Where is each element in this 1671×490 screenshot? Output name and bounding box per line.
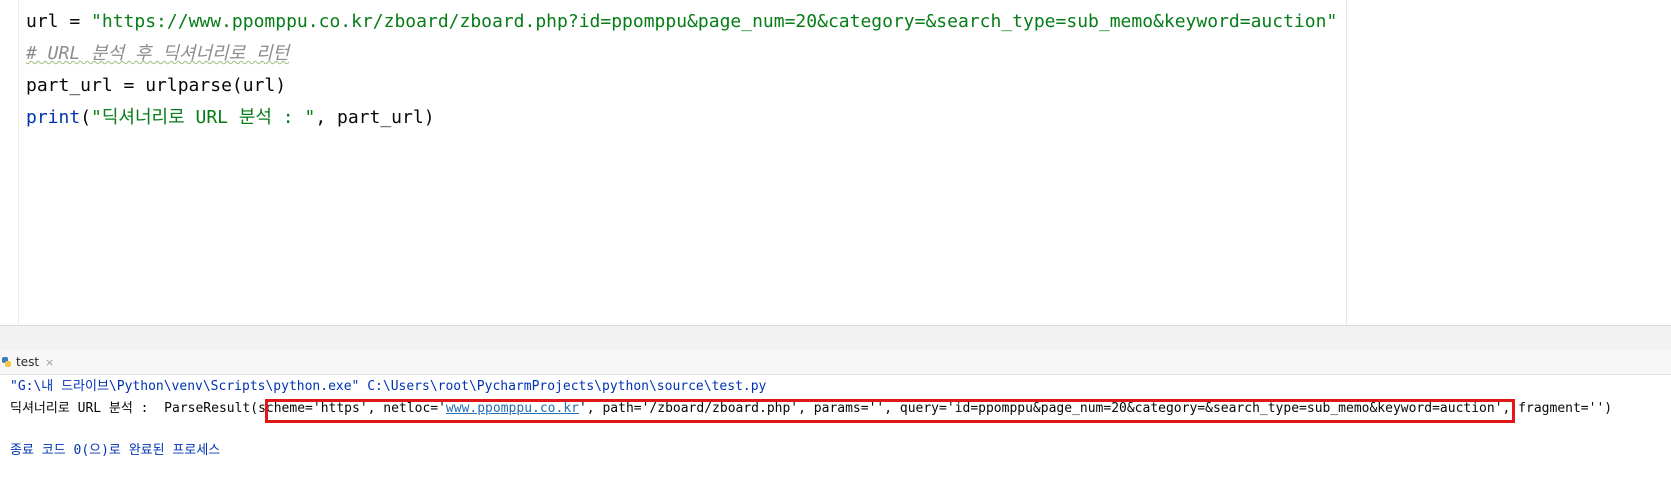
builtin-function: print [26, 107, 81, 128]
code-text: url = [26, 11, 92, 32]
string-literal: "딕셔너리로 URL 분석 : " [91, 107, 316, 128]
string-literal: "https://www.ppomppu.co.kr/zboard/zboard… [91, 11, 1338, 32]
close-icon[interactable]: × [45, 356, 54, 369]
console-command-line: "G:\내 드라이브\Python\venv\Scripts\python.ex… [10, 379, 767, 394]
comment: # URL 분석 후 딕셔너리로 리턴 [26, 43, 290, 64]
highlight-annotation-box [265, 399, 1515, 423]
tab-label: test [16, 355, 40, 369]
code-line-2[interactable]: # URL 분석 후 딕셔너리로 리턴 [26, 38, 289, 70]
code-text: , part_url) [315, 107, 435, 128]
code-text: ( [80, 107, 92, 128]
code-line-3[interactable]: part_url = urlparse(url) [26, 70, 286, 102]
editor-gutter [0, 0, 19, 325]
run-console[interactable]: "G:\내 드라이브\Python\venv\Scripts\python.ex… [0, 375, 1671, 490]
panel-splitter[interactable] [0, 325, 1671, 351]
code-text: part_url = urlparse(url) [26, 75, 287, 96]
code-line-4[interactable]: print("딕셔너리로 URL 분석 : ", part_url) [26, 102, 435, 134]
right-margin-guide [1346, 0, 1347, 325]
python-file-icon [2, 356, 12, 368]
code-line-1[interactable]: url = "https://www.ppomppu.co.kr/zboard/… [26, 6, 1337, 38]
process-exit-message: 종료 코드 0(으)로 완료된 프로세스 [10, 443, 221, 458]
code-editor[interactable]: url = "https://www.ppomppu.co.kr/zboard/… [0, 0, 1671, 325]
run-tool-window-tabs: test × [0, 350, 1671, 375]
run-tab-test[interactable]: test × [0, 350, 54, 374]
